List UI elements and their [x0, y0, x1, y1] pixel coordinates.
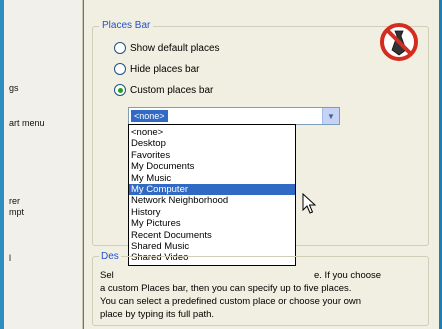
radio-button[interactable]	[114, 63, 126, 75]
dropdown-item[interactable]: Recent Documents	[129, 230, 295, 241]
description-line: place by typing its full path.	[100, 309, 215, 320]
description-line-start: Sel	[100, 270, 114, 281]
dropdown-item[interactable]: My Music	[129, 173, 295, 184]
radio-custom-places-bar[interactable]: Custom places bar	[114, 84, 213, 96]
description-line-end: e. If you choose	[314, 270, 382, 281]
category-fragment[interactable]: l	[9, 253, 11, 263]
places-dropdown-list: <none> Desktop Favorites My Documents My…	[128, 124, 296, 266]
places-bar-title: Places Bar	[99, 20, 154, 31]
category-list: gs art menu rer mpt l	[4, 0, 83, 329]
mouse-pointer-icon	[302, 193, 316, 214]
radio-label: Show default places	[130, 42, 220, 54]
combo-value: <none>	[131, 110, 168, 122]
category-fragment[interactable]: art menu	[9, 118, 45, 128]
description-line: a custom Places bar, then you can specif…	[100, 283, 352, 294]
category-fragment[interactable]: mpt	[9, 207, 24, 217]
no-tie-icon	[380, 23, 418, 61]
description-title: Des	[99, 251, 121, 262]
dropdown-item-selected[interactable]: My Computer	[129, 183, 295, 196]
dropdown-item[interactable]: <none>	[129, 127, 295, 138]
dropdown-item[interactable]: My Pictures	[129, 218, 295, 229]
radio-label: Hide places bar	[130, 63, 200, 75]
category-fragment[interactable]: gs	[9, 83, 19, 93]
radio-label: Custom places bar	[130, 84, 214, 96]
radio-show-default-places[interactable]: Show default places	[114, 42, 220, 54]
dropdown-item[interactable]: History	[129, 207, 295, 218]
dropdown-item[interactable]: Favorites	[129, 150, 295, 161]
places-combo-box[interactable]: <none> ▼	[128, 107, 340, 125]
dropdown-item[interactable]: My Documents	[129, 161, 295, 172]
dropdown-item[interactable]: Network Neighborhood	[129, 195, 295, 206]
radio-button-checked[interactable]	[114, 84, 126, 96]
chevron-down-icon[interactable]: ▼	[322, 108, 339, 124]
places-bar-dialog: Places Bar Show default places Hide plac…	[84, 0, 439, 329]
dropdown-item[interactable]: Shared Music	[129, 241, 295, 252]
radio-button[interactable]	[114, 42, 126, 54]
radio-hide-places-bar[interactable]: Hide places bar	[114, 63, 199, 75]
screenshot-frame: gs art menu rer mpt l Places Bar Show de…	[4, 0, 442, 329]
category-fragment[interactable]: rer	[9, 196, 20, 206]
description-line: You can select a predefined custom place…	[100, 296, 362, 307]
dropdown-item[interactable]: Desktop	[129, 138, 295, 149]
